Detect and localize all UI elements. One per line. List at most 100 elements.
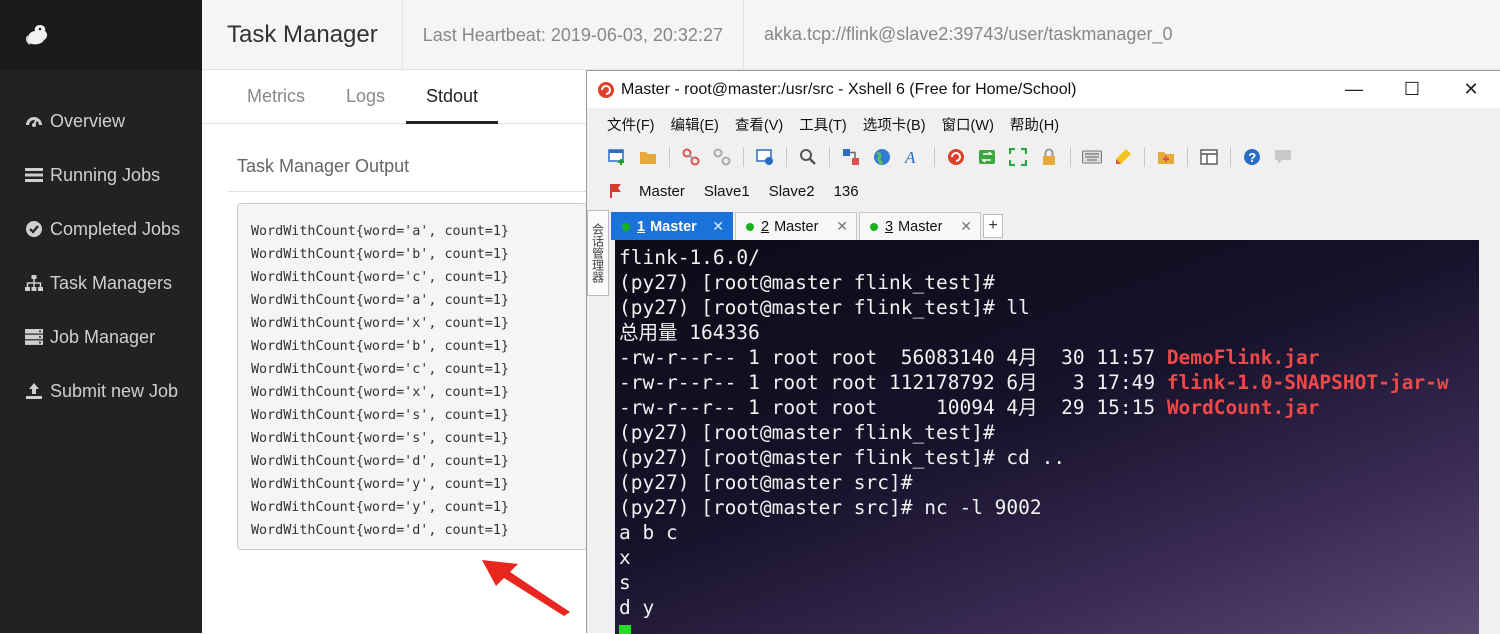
terminal-line: (py27) [root@master src]# nc -l 9002: [619, 496, 1042, 519]
xshell-logo-icon[interactable]: [946, 147, 966, 167]
add-folder-icon[interactable]: [1156, 147, 1176, 167]
output-line: WordWithCount{word='s', count=1}: [251, 431, 509, 446]
bookmark-master[interactable]: Master: [639, 183, 685, 200]
output-line: WordWithCount{word='b', count=1}: [251, 339, 509, 354]
menu-help[interactable]: 帮助(H): [1010, 114, 1059, 135]
terminal-line: (py27) [root@master flink_test]#: [619, 421, 995, 444]
connected-dot-icon: [746, 222, 754, 231]
toolbar-separator: [1230, 147, 1231, 167]
menu-tools[interactable]: 工具(T): [799, 114, 847, 135]
layout-icon[interactable]: [1199, 147, 1219, 167]
close-tab-icon[interactable]: ✕: [836, 218, 848, 235]
connected-dot-icon: [870, 222, 878, 231]
stdout-output[interactable]: WordWithCount{word='a', count=1} WordWit…: [237, 203, 587, 550]
output-line: WordWithCount{word='c', count=1}: [251, 362, 509, 377]
red-arrow-annotation: [482, 560, 570, 616]
session-tab-name: Master: [774, 218, 819, 235]
connect-icon[interactable]: [681, 147, 701, 167]
highlight-icon[interactable]: [1113, 147, 1133, 167]
font-icon[interactable]: A: [903, 147, 923, 167]
close-tab-icon[interactable]: ✕: [960, 218, 972, 235]
flink-logo[interactable]: [0, 0, 202, 70]
sidebar-item-submit-new-job[interactable]: Submit new Job: [0, 364, 202, 418]
output-line: WordWithCount{word='x', count=1}: [251, 316, 509, 331]
menu-file[interactable]: 文件(F): [607, 114, 655, 135]
xshell-app-icon: [598, 81, 614, 98]
bookmark-slave1[interactable]: Slave1: [704, 183, 750, 200]
maximize-button[interactable]: ☐: [1383, 71, 1441, 108]
sitemap-icon: [24, 273, 44, 293]
terminal-line: d y: [619, 596, 655, 619]
tab-logs[interactable]: Logs: [346, 70, 385, 124]
toolbar-separator: [786, 147, 787, 167]
bookmark-bar: Master Slave1 Slave2 136: [587, 174, 1500, 208]
minimize-button[interactable]: —: [1325, 71, 1383, 108]
tab-metrics[interactable]: Metrics: [247, 70, 305, 124]
globe-icon[interactable]: [872, 147, 892, 167]
session-tab-3[interactable]: 3 Master ✕: [859, 212, 981, 240]
sidebar-item-label: Completed Jobs: [50, 218, 181, 239]
sidebar-item-task-managers[interactable]: Task Managers: [0, 256, 202, 310]
upload-icon: [24, 381, 44, 401]
menu-window[interactable]: 窗口(W): [942, 114, 994, 135]
xshell-window: Master - root@master:/usr/src - Xshell 6…: [586, 70, 1500, 634]
toolbar-separator: [1187, 147, 1188, 167]
divider: [228, 191, 588, 192]
xftp-icon[interactable]: [977, 147, 997, 167]
server-icon: [24, 327, 44, 347]
sidebar-item-running-jobs[interactable]: Running Jobs: [0, 148, 202, 202]
xshell-titlebar[interactable]: Master - root@master:/usr/src - Xshell 6…: [587, 71, 1500, 108]
session-tab-num: 2: [761, 218, 770, 235]
terminal-line: s: [619, 571, 631, 594]
terminal-line: -rw-r--r-- 1 root root 112178792 6月 3 17…: [619, 371, 1449, 394]
window-title: Master - root@master:/usr/src - Xshell 6…: [621, 80, 1077, 98]
toolbar-separator: [669, 147, 670, 167]
session-tab-num: 1: [637, 218, 646, 235]
taskmanager-tabs: Metrics Logs Stdout: [202, 70, 602, 124]
sidebar-item-overview[interactable]: Overview: [0, 94, 202, 148]
dashboard-icon: [24, 111, 44, 131]
sidebar-item-completed-jobs[interactable]: Completed Jobs: [0, 202, 202, 256]
akka-address: akka.tcp://flink@slave2:39743/user/taskm…: [763, 24, 1173, 44]
output-line: WordWithCount{word='d', count=1}: [251, 454, 509, 469]
sidebar-item-job-manager[interactable]: Job Manager: [0, 310, 202, 364]
menu-view[interactable]: 查看(V): [735, 114, 783, 135]
toolbar-separator: [829, 147, 830, 167]
fullscreen-icon[interactable]: [1008, 147, 1028, 167]
output-line: WordWithCount{word='y', count=1}: [251, 500, 509, 515]
open-folder-icon[interactable]: [638, 147, 658, 167]
search-icon[interactable]: [798, 147, 818, 167]
close-tab-icon[interactable]: ✕: [712, 218, 724, 235]
output-title: Task Manager Output: [237, 156, 410, 176]
session-manager-tab[interactable]: 会话管理器: [587, 210, 609, 296]
menu-tabs[interactable]: 选项卡(B): [863, 114, 926, 135]
menu-edit[interactable]: 编辑(E): [671, 114, 719, 135]
bookmark-136[interactable]: 136: [834, 183, 859, 200]
tab-stdout[interactable]: Stdout: [406, 70, 499, 124]
terminal-scrollbar[interactable]: [1479, 240, 1500, 634]
output-line: WordWithCount{word='c', count=1}: [251, 270, 509, 285]
lock-icon[interactable]: [1039, 147, 1059, 167]
keyboard-icon[interactable]: [1082, 147, 1102, 167]
sidebar-item-label: Running Jobs: [50, 164, 161, 185]
toolbar-separator: [934, 147, 935, 167]
bookmark-slave2[interactable]: Slave2: [769, 183, 815, 200]
chat-icon[interactable]: [1273, 147, 1293, 167]
new-tab-button[interactable]: +: [983, 214, 1003, 238]
help-icon[interactable]: ?: [1242, 147, 1262, 167]
reconnect-icon[interactable]: [755, 147, 775, 167]
page-header: Task Manager Last Heartbeat: 2019-06-03,…: [202, 0, 1500, 70]
output-line: WordWithCount{word='a', count=1}: [251, 224, 509, 239]
sidebar-item-label: Task Managers: [50, 272, 173, 293]
new-session-icon[interactable]: [607, 147, 627, 167]
session-tab-2[interactable]: 2 Master ✕: [735, 212, 857, 240]
session-tab-1[interactable]: 1 Master ✕: [611, 212, 733, 240]
session-tabs: 1 Master ✕ 2 Master ✕ 3 Master ✕ +: [611, 210, 1500, 240]
terminal[interactable]: flink-1.6.0/ (py27) [root@master flink_t…: [615, 240, 1479, 634]
network-icon[interactable]: [841, 147, 861, 167]
terminal-line: (py27) [root@master flink_test]# cd ..: [619, 446, 1066, 469]
disconnect-icon[interactable]: [712, 147, 732, 167]
close-button[interactable]: ✕: [1442, 71, 1500, 108]
output-line: WordWithCount{word='d', count=1}: [251, 523, 509, 538]
session-tab-num: 3: [885, 218, 894, 235]
